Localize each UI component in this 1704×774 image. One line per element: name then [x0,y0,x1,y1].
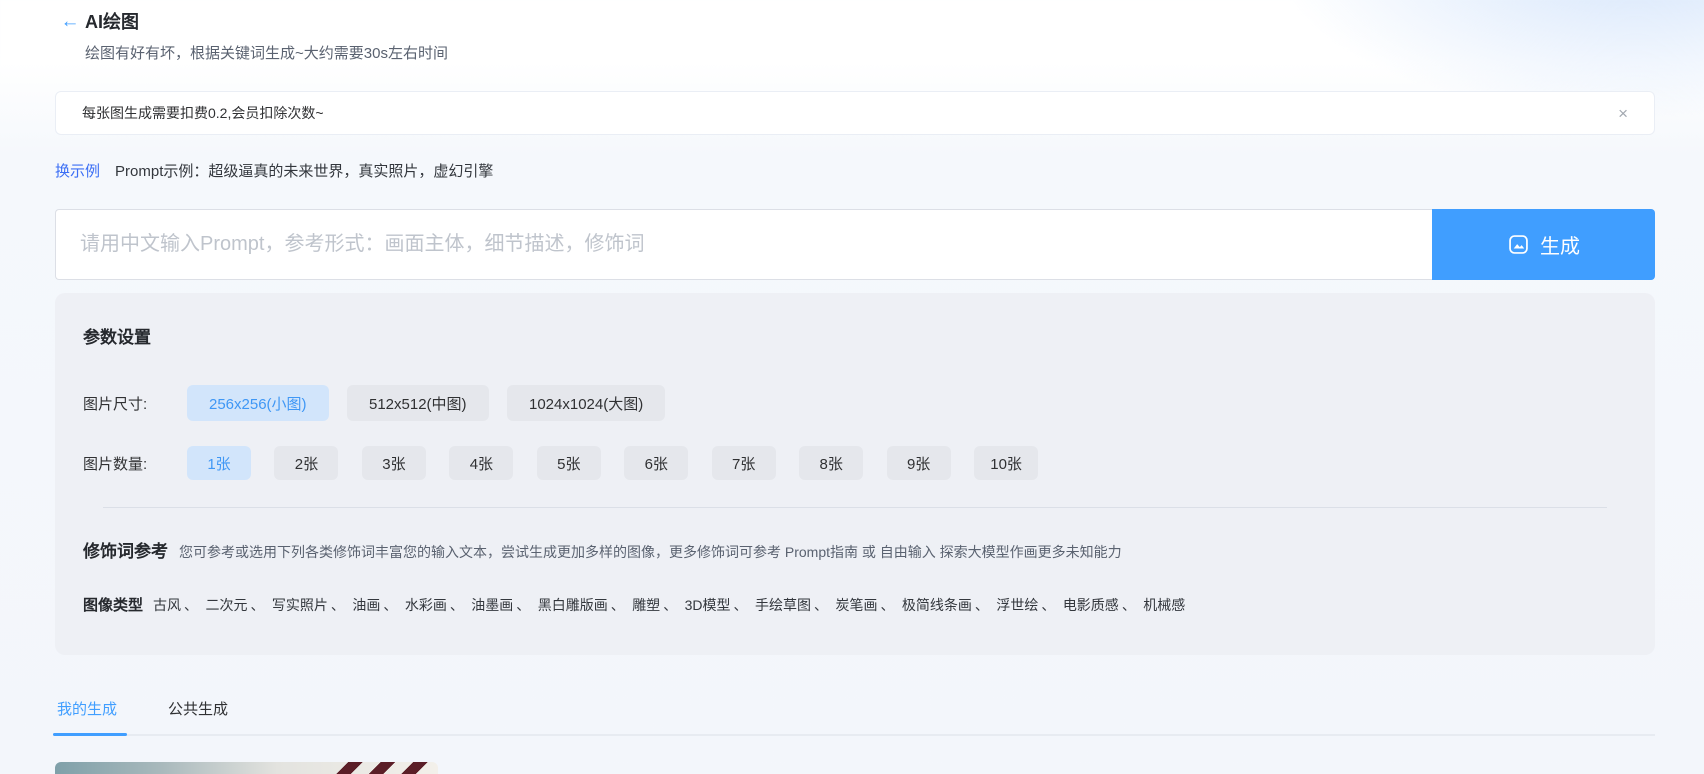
image-type-tag[interactable]: 油画 [352,597,380,613]
image-type-tag[interactable]: 手绘草图 [755,597,811,613]
generation-tab[interactable]: 我的生成 [55,698,119,734]
generation-tab[interactable]: 公共生成 [166,698,230,734]
type-separator-text: 、 [877,597,897,613]
image-count-option[interactable]: 10张 [974,446,1038,480]
type-separator-text: 、 [972,597,992,613]
image-type-item: 古风、 [153,597,201,613]
image-type-tag[interactable]: 机械感 [1143,597,1185,613]
image-type-tag[interactable]: 电影质感 [1063,597,1119,613]
image-type-item: 浮世绘、 [996,597,1058,613]
page-subtitle: 绘图有好有坏，根据关键词生成~大约需要30s左右时间 [85,42,1655,63]
image-type-item: 二次元、 [205,597,267,613]
image-size-row: 图片尺寸: 256x256(小图) 512x512(中图) 1024x1024(… [83,385,1627,421]
type-separator-text: 、 [181,597,201,613]
image-count-options: 1张 2张 3张 4张 5张 6张 7张 8张 9张 10 [187,446,1057,480]
image-count-option[interactable]: 7张 [712,446,776,480]
prompt-input[interactable] [55,209,1432,280]
type-separator-text: 、 [1038,597,1058,613]
prompt-example-text: Prompt示例：超级逼真的未来世界，真实照片，虚幻引擎 [115,160,493,181]
image-type-item: 油墨画、 [471,597,533,613]
image-type-item: 雕塑、 [632,597,680,613]
image-size-options: 256x256(小图) 512x512(中图) 1024x1024(大图) [187,385,679,421]
image-count-option[interactable]: 3张 [362,446,426,480]
image-type-item: 极简线条画、 [902,597,992,613]
modifier-reference-description: 您可参考或选用下列各类修饰词丰富您的输入文本，尝试生成更加多样的图像，更多修饰词… [179,542,1122,562]
page-title: AI绘图 [85,9,139,35]
thumbnail-stripes [330,762,430,774]
image-type-title: 图像类型 [83,594,143,615]
image-type-tag[interactable]: 雕塑 [632,597,660,613]
image-type-item: 黑白雕版画、 [538,597,628,613]
type-separator-text: 、 [447,597,467,613]
image-type-item: 油画、 [352,597,400,613]
image-count-option[interactable]: 1张 [187,446,251,480]
type-separator-text: 、 [731,597,751,613]
change-example-link[interactable]: 换示例 [55,160,100,181]
generation-tabs: 我的生成 公共生成 [55,698,1655,736]
image-count-option[interactable]: 2张 [274,446,338,480]
image-type-tag[interactable]: 炭笔画 [835,597,877,613]
image-type-item: 水彩画、 [405,597,467,613]
image-size-option[interactable]: 512x512(中图) [347,385,489,421]
image-type-tag[interactable]: 浮世绘 [996,597,1038,613]
generation-gallery [55,762,1655,774]
type-separator-text: 、 [608,597,628,613]
image-type-tag[interactable]: 极简线条画 [902,597,972,613]
image-count-option[interactable]: 6张 [624,446,688,480]
parameters-panel: 参数设置 图片尺寸: 256x256(小图) 512x512(中图) 1024x… [55,293,1655,655]
type-separator-text: 、 [380,597,400,613]
picture-icon [1507,233,1530,256]
image-type-tag[interactable]: 二次元 [205,597,247,613]
generate-button-label: 生成 [1540,230,1580,259]
image-type-item: 写实照片、 [272,597,348,613]
prompt-example-row: 换示例 Prompt示例：超级逼真的未来世界，真实照片，虚幻引擎 [55,160,1655,181]
notice-text: 每张图生成需要扣费0.2,会员扣除次数~ [82,103,324,123]
image-type-tag[interactable]: 3D模型 [685,597,731,613]
image-type-item: 机械感、 [1143,597,1205,613]
type-separator-text: 、 [811,597,831,613]
image-type-row: 图像类型 古风、 二次元、 写实照片、 油画、 水彩画、 油墨画、 黑白雕版画、 [83,594,1627,615]
generate-button[interactable]: 生成 [1432,209,1655,280]
page-header: ← AI绘图 [55,0,1655,35]
image-type-item: 3D模型、 [685,597,751,613]
parameters-title: 参数设置 [83,323,1627,348]
close-icon[interactable]: × [1618,105,1628,122]
modifier-reference-row: 修饰词参考 您可参考或选用下列各类修饰词丰富您的输入文本，尝试生成更加多样的图像… [83,537,1627,562]
type-separator-text: 、 [660,597,680,613]
image-count-option[interactable]: 5张 [537,446,601,480]
image-type-tag[interactable]: 黑白雕版画 [538,597,608,613]
image-size-label: 图片尺寸: [83,393,187,414]
notice-bar: 每张图生成需要扣费0.2,会员扣除次数~ × [55,91,1655,135]
image-count-option[interactable]: 9张 [887,446,951,480]
generated-image-thumbnail[interactable] [55,762,438,774]
image-type-tag[interactable]: 古风 [153,597,181,613]
image-count-option[interactable]: 4张 [449,446,513,480]
image-size-option[interactable]: 256x256(小图) [187,385,329,421]
image-type-tags: 古风、 二次元、 写实照片、 油画、 水彩画、 油墨画、 黑白雕版画、 雕塑、 … [153,595,1205,615]
prompt-bar: 生成 [55,209,1655,280]
image-type-item: 手绘草图、 [755,597,831,613]
type-separator-text: 、 [328,597,348,613]
image-size-option[interactable]: 1024x1024(大图) [507,385,665,421]
image-type-tag[interactable]: 写实照片 [272,597,328,613]
image-type-tag[interactable]: 水彩画 [405,597,447,613]
image-type-item: 炭笔画、 [835,597,897,613]
panel-divider [103,507,1607,508]
type-separator-text: 、 [247,597,267,613]
image-type-item: 电影质感、 [1063,597,1139,613]
image-count-row: 图片数量: 1张 2张 3张 4张 5张 6张 7张 8张 [83,446,1627,480]
image-type-tag[interactable]: 油墨画 [471,597,513,613]
type-separator-text: 、 [1119,597,1139,613]
image-count-label: 图片数量: [83,453,187,474]
page: ← AI绘图 绘图有好有坏，根据关键词生成~大约需要30s左右时间 每张图生成需… [55,0,1655,774]
modifier-reference-title: 修饰词参考 [83,537,168,562]
image-count-option[interactable]: 8张 [799,446,863,480]
back-arrow-icon[interactable]: ← [55,9,85,35]
type-separator-text: 、 [513,597,533,613]
